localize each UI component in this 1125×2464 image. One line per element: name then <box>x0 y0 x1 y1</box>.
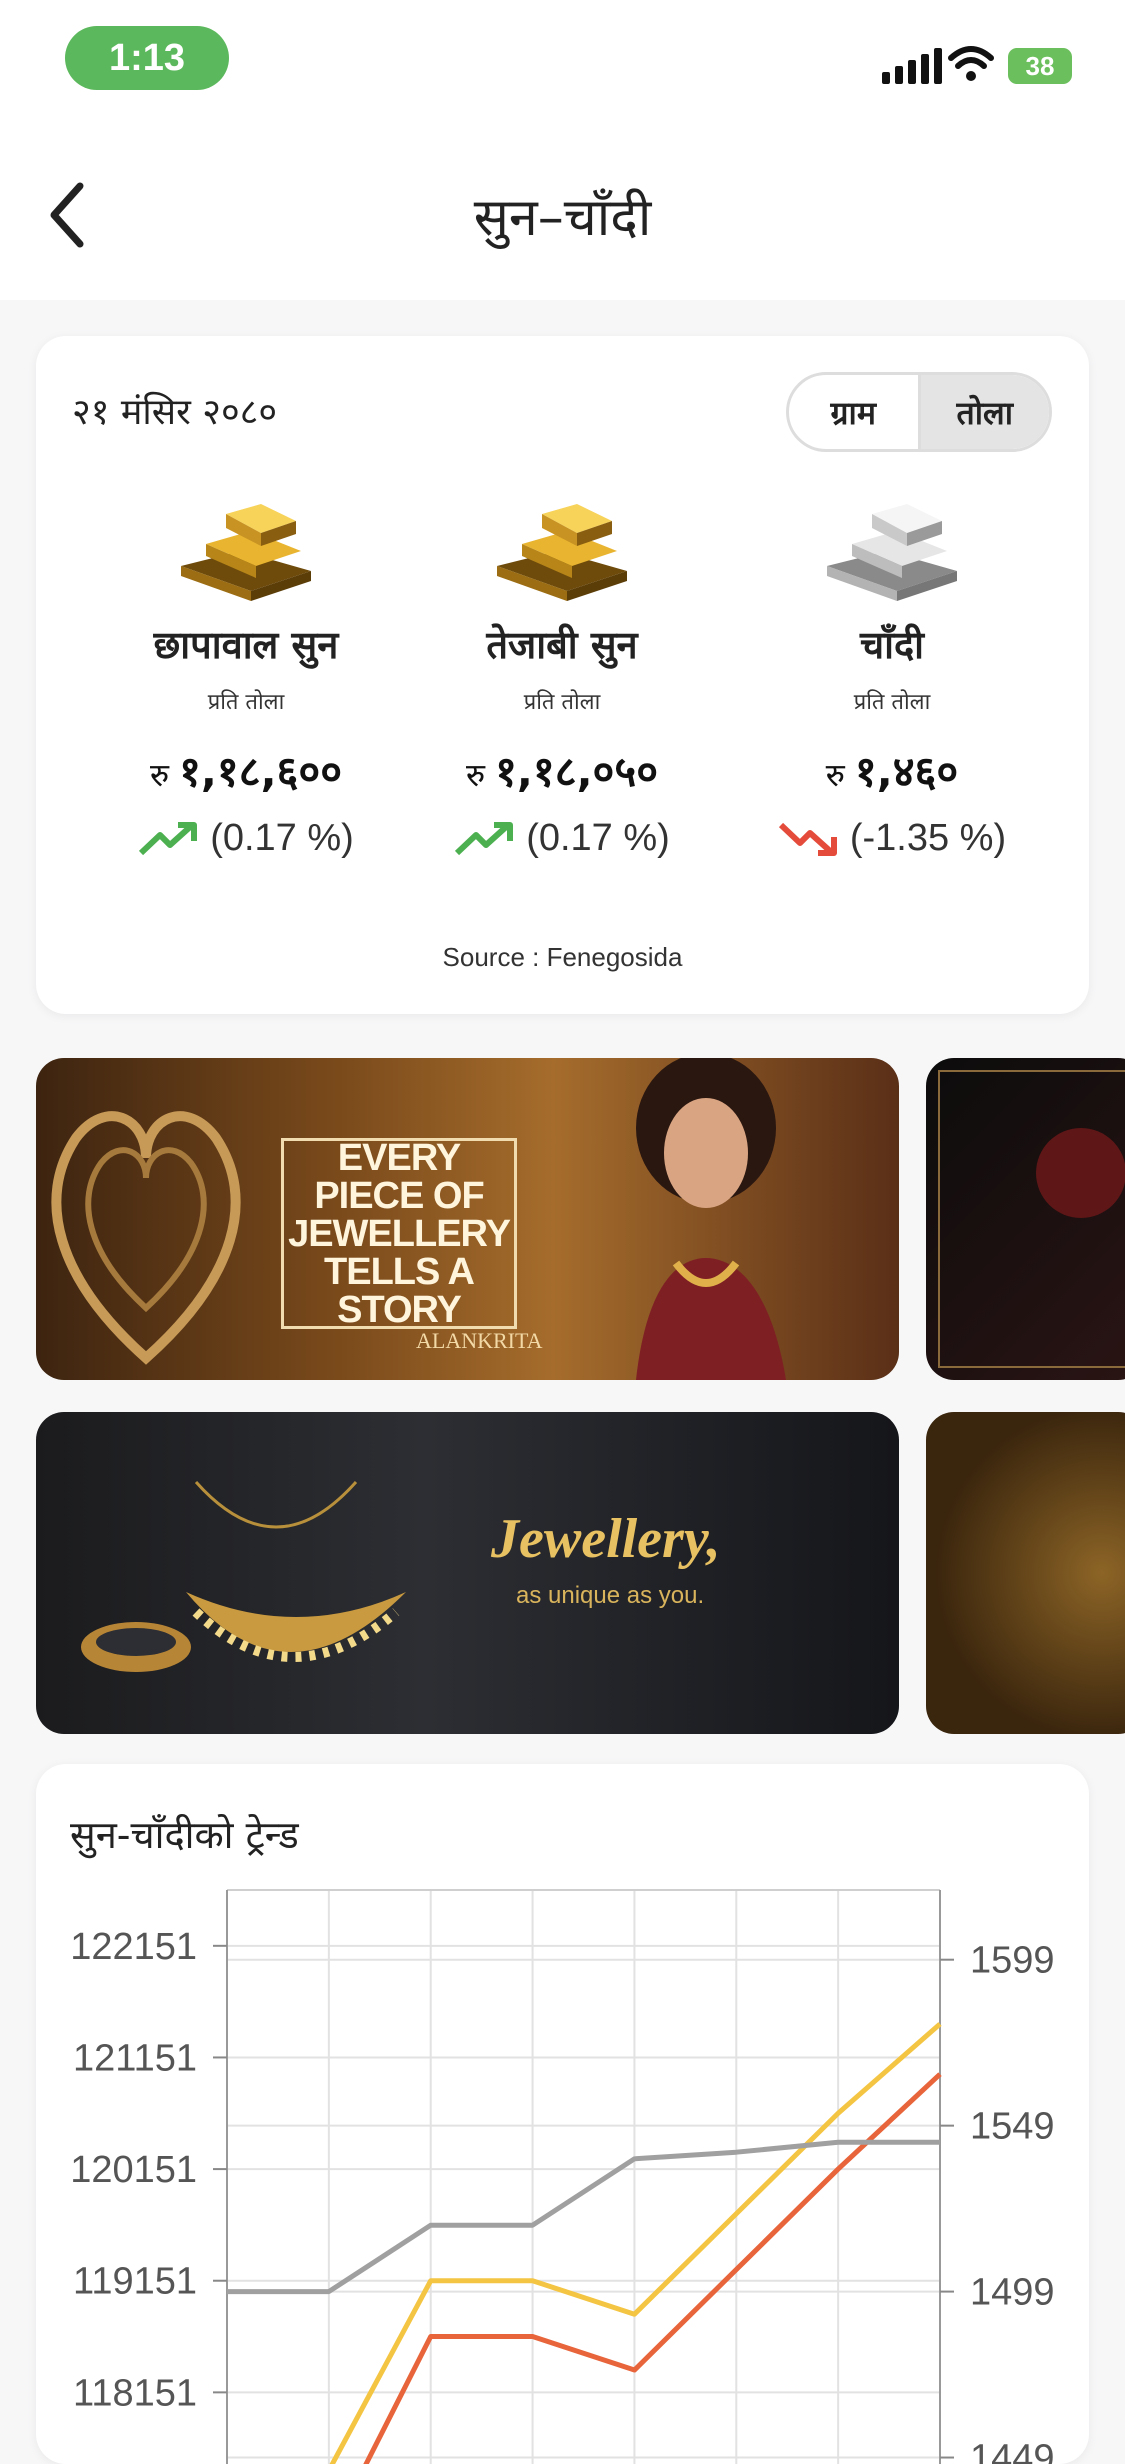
series-line-2 <box>227 2139 940 2295</box>
banner-headline: Jewellery, <box>491 1508 721 1570</box>
rate-date: २१ मंसिर २०८० <box>72 392 278 433</box>
gold-ingot-icon <box>497 504 627 601</box>
unit-tola-button[interactable]: तोला <box>917 375 1049 449</box>
right-tick-label: 1499 <box>970 2272 1055 2314</box>
left-tick-label: 120151 <box>70 2149 197 2191</box>
currency-prefix: रु <box>465 756 486 794</box>
metal-name: छापावाल सुन <box>153 623 339 667</box>
rose-decoration <box>1036 1128 1125 1218</box>
left-tick-label: 121151 <box>73 2037 197 2079</box>
status-bar: 1:13 38 <box>0 0 1125 120</box>
left-tick-label: 122151 <box>70 1926 197 1968</box>
change-value: (0.17 %) <box>526 817 670 859</box>
metal-unit: प्रति तोला <box>523 690 601 715</box>
price-value: १,४६० <box>854 747 959 796</box>
metal-price: रु १,१८,६०० <box>76 742 416 799</box>
right-tick-label: 1449 <box>970 2438 1055 2464</box>
metal-name: चाँदी <box>860 623 924 667</box>
status-time: 1:13 <box>65 26 229 90</box>
trend-card: सुन-चाँदीको ट्रेन्ड 122151 121151 120151 11… <box>36 1764 1089 2464</box>
metal-price: रु १,४६० <box>722 742 1062 799</box>
ad-banner-jewellery[interactable]: Jewellery, as unique as you. <box>36 1412 899 1734</box>
source-text: Source : Fenegosida <box>442 942 683 972</box>
banner-frame <box>938 1070 1125 1368</box>
unit-gram-button[interactable]: ग्राम <box>789 375 918 449</box>
price-value: १,१८,०५० <box>495 747 659 796</box>
trend-up-icon <box>455 821 514 855</box>
ad-banner-next[interactable] <box>926 1058 1125 1380</box>
banner-brand: ALANKRITA <box>416 1328 543 1353</box>
metal-unit: प्रति तोला <box>207 690 285 715</box>
rates-card: २१ मंसिर २०८० ग्राम तोला छापावाल सुन प्र… <box>36 336 1089 1014</box>
price-change: (0.17 %) <box>392 817 732 860</box>
metal-item-tejabi: तेजाबी सुन प्रति तोला रु १,१८,०५० (0.17 %… <box>392 496 732 860</box>
trend-chart: 1221511211511201511191511181511171511599… <box>70 1889 1055 2464</box>
price-change: (-1.35 %) <box>722 817 1062 860</box>
series-line-1 <box>363 2072 942 2464</box>
wifi-icon <box>948 46 994 81</box>
trend-up-icon <box>139 821 198 855</box>
battery-indicator: 38 <box>1008 48 1072 84</box>
series-line-0 <box>329 2022 942 2464</box>
signal-icon <box>882 48 942 84</box>
ad-banner-next-2[interactable] <box>926 1412 1125 1734</box>
banner-headline: EVERY PIECE OF JEWELLERY TELLS A STORY <box>281 1138 517 1329</box>
ad-banner-alankrita[interactable]: EVERY PIECE OF JEWELLERY TELLS A STORY A… <box>36 1058 899 1380</box>
left-tick-label: 119151 <box>73 2261 197 2303</box>
trend-down-icon <box>778 822 837 856</box>
metal-unit: प्रति तोला <box>853 690 931 715</box>
heart-pendant-decoration <box>51 1111 241 1365</box>
silver-ingot-icon <box>827 504 957 601</box>
app-header: सुन–चाँदी <box>0 120 1125 300</box>
right-tick-label: 1599 <box>970 1940 1055 1982</box>
currency-prefix: रु <box>149 756 170 794</box>
price-value: १,१८,६०० <box>179 747 343 796</box>
gold-ingot-icon <box>181 504 311 601</box>
change-value: (0.17 %) <box>210 817 354 859</box>
unit-toggle[interactable]: ग्राम तोला <box>786 372 1052 452</box>
metal-item-chhapawal: छापावाल सुन प्रति तोला रु १,१८,६०० (0.17 … <box>76 496 416 860</box>
page-title: सुन–चाँदी <box>473 188 652 248</box>
necklace-image <box>81 1481 406 1672</box>
price-change: (0.17 %) <box>76 817 416 860</box>
banner-subline: as unique as you. <box>516 1582 705 1609</box>
metal-price: रु १,१८,०५० <box>392 742 732 799</box>
change-value: (-1.35 %) <box>849 817 1007 859</box>
metal-name: तेजाबी सुन <box>486 623 638 667</box>
currency-prefix: रु <box>825 756 845 794</box>
model-photo <box>636 1058 786 1380</box>
metal-item-silver: चाँदी प्रति तोला रु १,४६० (-1.35 %) <box>722 496 1062 860</box>
left-tick-label: 118151 <box>73 2372 197 2414</box>
right-tick-label: 1549 <box>970 2106 1055 2148</box>
